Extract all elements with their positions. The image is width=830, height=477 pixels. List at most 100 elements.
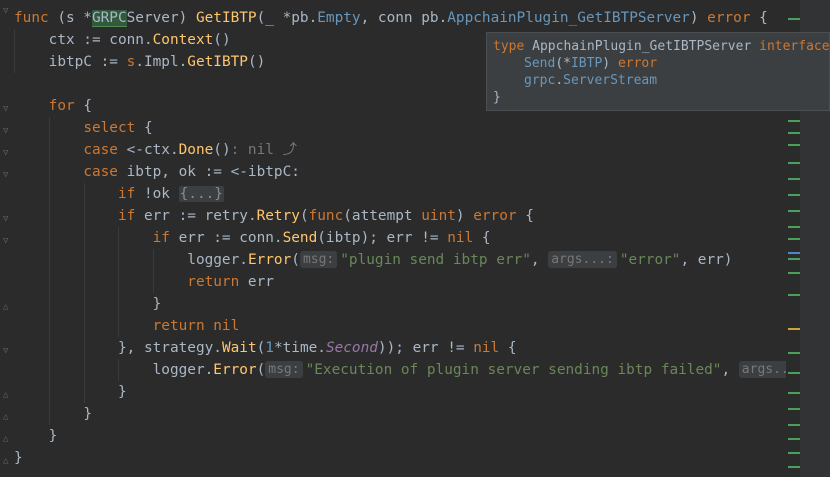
fold-icon[interactable]: ▽ — [3, 346, 11, 356]
function-name: Retry — [256, 208, 300, 224]
fold-icon[interactable]: △ — [3, 456, 11, 466]
indent-guide — [118, 249, 119, 271]
code-line-3[interactable]: ibtpC := s.Impl.GetIBTP() — [14, 51, 265, 73]
code-line-20[interactable]: } — [14, 425, 58, 447]
change-marker[interactable] — [788, 352, 800, 354]
change-marker[interactable] — [788, 226, 800, 228]
change-marker[interactable] — [788, 238, 800, 240]
code-line-16[interactable]: }, strategy.Wait(1*time.Second)); err !=… — [14, 337, 517, 359]
indent-guide — [14, 29, 15, 51]
indent-guide — [84, 315, 85, 337]
change-marker[interactable] — [788, 178, 800, 180]
code-text: <-ctx. — [117, 142, 179, 158]
change-marker[interactable] — [788, 466, 800, 468]
code-line-12[interactable]: logger.Error(msg: "plugin send ibtp err",… — [14, 249, 732, 271]
change-marker[interactable] — [788, 162, 800, 164]
change-marker[interactable] — [788, 120, 800, 122]
package-name: retry — [204, 208, 248, 224]
fold-icon[interactable]: △ — [3, 434, 11, 444]
keyword: for — [48, 98, 75, 114]
function-name: Context — [152, 32, 214, 48]
code-text: ( — [299, 208, 309, 224]
indent-guide — [49, 183, 50, 205]
code-line-6[interactable]: select { — [14, 117, 153, 139]
change-marker[interactable] — [788, 210, 800, 212]
code-line-21[interactable]: } — [14, 447, 23, 469]
indent-guide — [49, 139, 50, 161]
fold-icon[interactable]: ▽ — [3, 214, 11, 224]
keyword: return — [152, 318, 205, 334]
code-text: , conn — [360, 10, 422, 26]
code-text: *time. — [273, 340, 326, 356]
change-marker[interactable] — [788, 372, 800, 374]
code-line-13[interactable]: return err — [14, 271, 274, 293]
indent-guide — [84, 205, 85, 227]
code-text: } — [117, 384, 127, 400]
fold-icon[interactable]: ▽ — [3, 236, 11, 246]
indent-guide — [49, 227, 50, 249]
keyword: if — [152, 230, 170, 246]
folded-region[interactable]: {...} — [178, 186, 224, 202]
code-line-14[interactable]: } — [14, 293, 161, 315]
code-line-18[interactable]: } — [14, 381, 127, 403]
function-name: GetIBTP — [195, 10, 257, 26]
change-marker[interactable] — [788, 258, 800, 260]
change-marker[interactable] — [788, 392, 800, 394]
code-text: } — [83, 406, 92, 422]
info-marker[interactable] — [788, 252, 800, 254]
change-marker[interactable] — [788, 132, 800, 134]
fold-icon[interactable]: △ — [3, 412, 11, 422]
change-marker[interactable] — [788, 408, 800, 410]
code-text: ( — [256, 340, 266, 356]
fold-icon[interactable]: ▽ — [3, 148, 11, 158]
code-line-7[interactable]: case <-ctx.Done(): nil ⤴ — [14, 139, 297, 161]
change-marker[interactable] — [788, 424, 800, 426]
change-marker[interactable] — [788, 272, 800, 274]
fold-icon[interactable]: △ — [3, 390, 11, 400]
code-line-8[interactable]: case ibtp, ok := <-ibtpC: — [14, 161, 300, 183]
type-name: AppchainPlugin_GetIBTPServer — [532, 39, 752, 54]
code-line-2[interactable]: ctx := conn.Context() — [14, 29, 231, 51]
code-text: logger. — [152, 362, 214, 378]
code-line-11[interactable]: if err := conn.Send(ibtp); err != nil { — [14, 227, 491, 249]
keyword: case — [83, 164, 118, 180]
type-info-popup: type AppchainPlugin_GetIBTPServer interf… — [486, 32, 830, 111]
change-marker[interactable] — [788, 194, 800, 196]
change-marker[interactable] — [788, 452, 800, 454]
code-text: (_ * — [256, 10, 292, 26]
indent-guide — [49, 161, 50, 183]
code-text: () — [247, 54, 266, 70]
indent-guide — [49, 117, 50, 139]
code-text: { — [135, 120, 153, 136]
string-literal: "plugin send ibtp err" — [340, 252, 531, 268]
code-line-1[interactable]: func (s *GRPCServer) GetIBTP(_ *pb.Empty… — [14, 7, 768, 29]
fold-icon[interactable]: ▽ — [3, 170, 11, 180]
indent-guide — [84, 271, 85, 293]
change-marker[interactable] — [788, 144, 800, 146]
fold-icon[interactable]: ▽ — [3, 126, 11, 136]
indent-guide — [118, 359, 119, 381]
package-name: pb — [421, 10, 439, 26]
fold-icon[interactable]: ▽ — [3, 6, 11, 16]
change-marker[interactable] — [788, 18, 800, 20]
fold-icon[interactable]: △ — [3, 302, 11, 312]
code-line-9[interactable]: if !ok {...} — [14, 183, 224, 205]
code-text: ) — [602, 56, 618, 71]
change-marker[interactable] — [788, 294, 800, 296]
code-text: } — [493, 90, 501, 105]
function-name: Wait — [221, 340, 257, 356]
code-text: { — [516, 208, 534, 224]
code-line-19[interactable]: } — [14, 403, 92, 425]
popup-line-1: type AppchainPlugin_GetIBTPServer interf… — [493, 38, 830, 55]
code-line-10[interactable]: if err := retry.Retry(func(attempt uint)… — [14, 205, 534, 227]
change-marker[interactable] — [788, 438, 800, 440]
code-line-5[interactable]: for { — [14, 95, 92, 117]
indent-guide — [84, 359, 85, 381]
method-name: Send — [524, 56, 556, 71]
warning-marker[interactable] — [788, 328, 800, 330]
code-line-15[interactable]: return nil — [14, 315, 239, 337]
fold-icon[interactable]: ▽ — [3, 104, 11, 114]
code-text: , — [721, 362, 739, 378]
keyword: func — [14, 10, 49, 26]
code-line-17[interactable]: logger.Error(msg: "Execution of plugin se… — [14, 359, 803, 381]
